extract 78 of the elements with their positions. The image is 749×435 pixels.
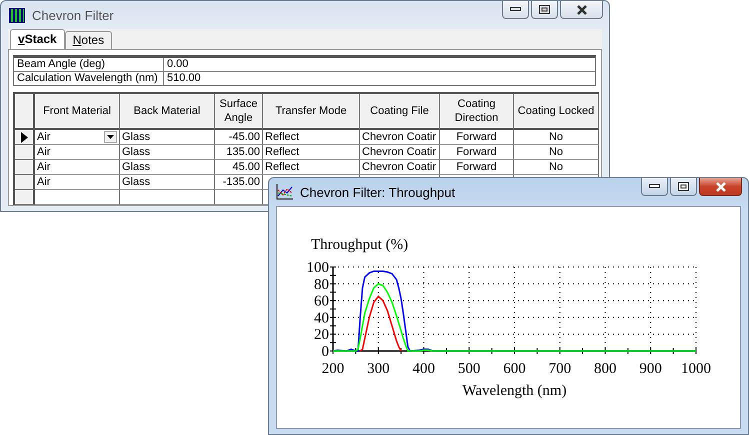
tick-label: 100 <box>306 260 329 276</box>
tick-label: 400 <box>412 361 435 377</box>
table-cell: Reflect <box>263 145 360 160</box>
table-cell: Chevron Coatir <box>360 130 440 145</box>
minimize-button[interactable] <box>502 1 529 19</box>
property-value[interactable]: 0.00 <box>164 58 595 72</box>
table-cell: Reflect <box>263 160 360 175</box>
tick-label: 800 <box>594 361 616 377</box>
column-header[interactable]: Transfer Mode <box>263 94 360 130</box>
table-cell: Forward <box>440 160 514 175</box>
column-header[interactable]: Surface Angle <box>215 94 263 130</box>
app-icon <box>8 6 26 24</box>
tick-label: 200 <box>322 361 344 377</box>
table-cell: No <box>514 160 599 175</box>
table-cell: Reflect <box>263 130 360 145</box>
property-value[interactable]: 510.00 <box>164 72 595 85</box>
property-name: Calculation Wavelength (nm) <box>14 72 164 85</box>
window-title: Chevron Filter: Throughput <box>300 184 456 200</box>
chart-title: Throughput (%) <box>311 237 408 253</box>
row-selector[interactable] <box>15 145 35 160</box>
tick-label: 60 <box>314 294 329 310</box>
tick-label: 500 <box>458 361 480 377</box>
axis-label: Wavelength (nm) <box>462 383 567 399</box>
row-pointer-icon <box>20 132 28 142</box>
tick-label: 0 <box>322 344 329 360</box>
tab[interactable]: Notes <box>64 31 112 49</box>
table-cell: Glass <box>120 145 215 160</box>
table-cell: Chevron Coatir <box>360 160 440 175</box>
close-icon <box>714 182 726 192</box>
property-name: Beam Angle (deg) <box>14 58 164 72</box>
table-cell: Air <box>35 175 120 190</box>
column-header[interactable]: Coating Locked <box>514 94 599 130</box>
table-cell: Glass <box>120 160 215 175</box>
column-header[interactable]: Front Material <box>35 94 120 130</box>
table-cell: Glass <box>120 130 215 145</box>
tab[interactable]: vStack <box>10 29 65 49</box>
tick-label: 1000 <box>681 361 711 377</box>
table-cell: Forward <box>440 145 514 160</box>
table-cell: Glass <box>120 175 215 190</box>
minimize-button[interactable] <box>641 178 668 196</box>
row-selector[interactable] <box>15 175 35 190</box>
row-selector[interactable] <box>15 130 35 145</box>
table-cell: Chevron Coatir <box>360 145 440 160</box>
chart-icon <box>276 184 294 200</box>
caret-icon <box>107 135 114 139</box>
dropdown-button[interactable] <box>104 131 117 143</box>
tick-label: 600 <box>503 361 526 377</box>
table-cell: Air <box>35 130 120 145</box>
maximize-button[interactable] <box>531 1 558 19</box>
close-button[interactable] <box>560 1 603 19</box>
table-cell: Air <box>35 145 120 160</box>
table-cell: -45.00 <box>215 130 263 145</box>
column-header[interactable]: Coating File <box>360 94 440 130</box>
close-button[interactable] <box>699 178 742 196</box>
maximize-icon <box>678 182 689 191</box>
row-selector[interactable] <box>15 160 35 175</box>
row-selector[interactable] <box>15 190 35 205</box>
close-icon <box>576 4 588 14</box>
table-cell: No <box>514 145 599 160</box>
table-cell: Forward <box>440 130 514 145</box>
minimize-icon <box>649 184 660 189</box>
tick-label: 300 <box>367 361 390 377</box>
tick-label: 700 <box>548 361 572 377</box>
tick-label: 900 <box>639 361 662 377</box>
tick-label: 40 <box>314 310 329 326</box>
window-title: Chevron Filter <box>32 8 115 22</box>
column-header[interactable]: Back Material <box>120 94 215 130</box>
table-cell: 45.00 <box>215 160 263 175</box>
tick-label: 20 <box>314 327 329 344</box>
table-cell: No <box>514 130 599 145</box>
minimize-icon <box>510 7 521 12</box>
column-header[interactable]: Coating Direction <box>440 94 514 130</box>
maximize-button[interactable] <box>670 178 697 196</box>
table-cell: Air <box>35 160 120 175</box>
tick-label: 80 <box>314 276 329 293</box>
maximize-icon <box>539 5 550 14</box>
table-cell: 135.00 <box>215 145 263 160</box>
table-cell: -135.00 <box>215 175 263 190</box>
